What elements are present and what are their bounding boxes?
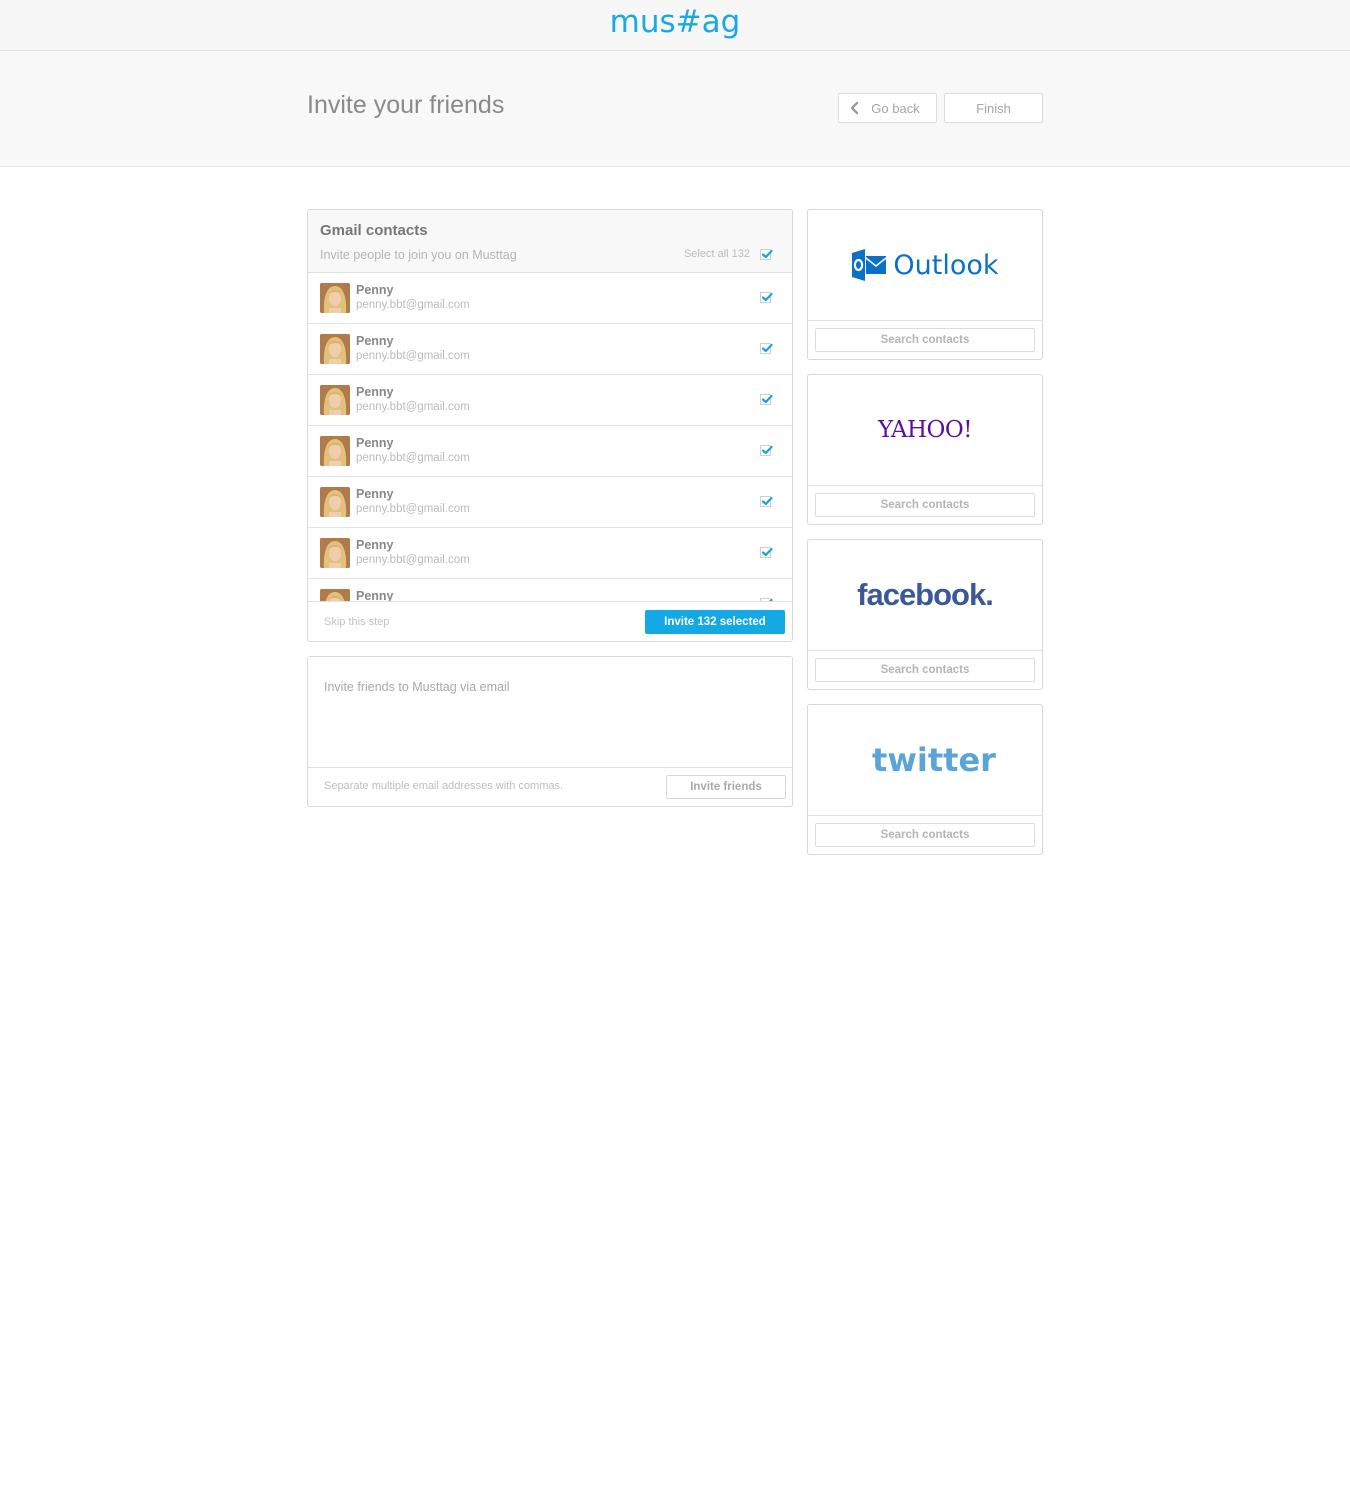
contact-email: penny.bbt@gmail.com	[356, 503, 470, 515]
contact-row[interactable]: Penny penny.bbt@gmail.com	[308, 426, 792, 477]
skip-step-link[interactable]: Skip this step	[324, 616, 389, 628]
contact-list[interactable]: Penny penny.bbt@gmail.com Penny penny.bbt@g…	[308, 273, 792, 601]
gmail-subtitle: Invite people to join you on Musttag	[320, 248, 517, 262]
email-invite-input[interactable]	[308, 657, 792, 768]
check-icon	[761, 292, 773, 302]
gmail-title: Gmail contacts	[320, 222, 428, 239]
contact-name: Penny	[356, 283, 394, 297]
provider-card-outlook: Outlook	[807, 209, 1043, 360]
outlook-icon	[852, 249, 887, 281]
avatar	[320, 538, 350, 568]
select-all-label: Select all 132	[683, 248, 750, 260]
contact-name: Penny	[356, 385, 394, 399]
chevron-left-icon	[849, 101, 860, 115]
invite-friends-button[interactable]: Invite friends	[666, 775, 786, 799]
contact-row[interactable]: Pennypenny.bbt@gmail.com	[308, 579, 792, 601]
outlook-logo[interactable]: Outlook	[808, 210, 1042, 321]
contact-email: penny.bbt@gmail.com	[356, 401, 470, 413]
facebook-search-input[interactable]	[815, 658, 1035, 682]
invite-selected-button[interactable]: Invite 132 selected	[645, 610, 785, 634]
twitter-search-input[interactable]	[815, 823, 1035, 847]
check-icon	[761, 445, 773, 455]
check-icon	[761, 496, 773, 506]
contact-name: Penny	[356, 589, 394, 601]
provider-card-yahoo: YAHOO!	[807, 374, 1043, 525]
twitter-logo[interactable]: twitter	[808, 705, 1042, 816]
contact-email: penny.bbt@gmail.com	[356, 554, 470, 566]
provider-card-twitter: twitter	[807, 704, 1043, 855]
contact-name: Penny	[356, 334, 394, 348]
contact-checkbox[interactable]	[760, 292, 773, 303]
contact-checkbox[interactable]	[760, 394, 773, 405]
check-icon	[761, 394, 773, 404]
contact-checkbox[interactable]	[760, 445, 773, 456]
go-back-label: Go back	[871, 100, 920, 116]
contact-checkbox[interactable]	[760, 496, 773, 507]
gmail-panel-header: Gmail contacts Invite people to join you…	[308, 210, 792, 273]
contact-row[interactable]: Penny penny.bbt@gmail.com	[308, 324, 792, 375]
check-icon	[761, 249, 773, 259]
select-all-checkbox[interactable]	[760, 249, 773, 260]
contact-row[interactable]: Penny penny.bbt@gmail.com	[308, 375, 792, 426]
contact-email: penny.bbt@gmail.com	[356, 299, 470, 311]
contact-checkbox[interactable]	[760, 547, 773, 558]
contact-row[interactable]: Penny penny.bbt@gmail.com	[308, 273, 792, 324]
avatar	[320, 385, 350, 415]
contact-row[interactable]: Penny penny.bbt@gmail.com	[308, 528, 792, 579]
top-bar: mus#ag	[0, 0, 1350, 51]
app-logo[interactable]: mus#ag	[0, 4, 1350, 40]
contact-row[interactable]: Penny penny.bbt@gmail.com	[308, 477, 792, 528]
finish-button[interactable]: Finish	[944, 93, 1043, 123]
check-icon	[761, 343, 773, 353]
gmail-panel-footer: Skip this step Invite 132 selected	[308, 601, 792, 641]
page-header: Invite your friends Go back Finish	[0, 51, 1350, 167]
provider-card-facebook: facebook.	[807, 539, 1043, 690]
email-invite-panel: Separate multiple email addresses with c…	[307, 656, 793, 807]
outlook-wordmark: Outlook	[893, 249, 999, 281]
go-back-button[interactable]: Go back	[838, 93, 937, 123]
facebook-logo[interactable]: facebook.	[808, 540, 1042, 651]
contact-name: Penny	[356, 538, 394, 552]
avatar	[320, 283, 350, 313]
contact-name: Penny	[356, 436, 394, 450]
check-icon	[761, 547, 773, 557]
avatar	[320, 334, 350, 364]
yahoo-search-input[interactable]	[815, 493, 1035, 517]
contact-email: penny.bbt@gmail.com	[356, 350, 470, 362]
outlook-search-input[interactable]	[815, 328, 1035, 352]
facebook-wordmark: facebook.	[857, 577, 994, 612]
page-title: Invite your friends	[307, 91, 505, 119]
avatar	[320, 436, 350, 466]
gmail-contacts-panel: Gmail contacts Invite people to join you…	[307, 209, 793, 642]
avatar	[320, 487, 350, 517]
yahoo-wordmark: YAHOO!	[877, 417, 973, 443]
contact-email: penny.bbt@gmail.com	[356, 452, 470, 464]
contact-name: Penny	[356, 487, 394, 501]
avatar	[320, 589, 350, 601]
yahoo-logo[interactable]: YAHOO!	[808, 375, 1042, 486]
twitter-wordmark: twitter	[872, 741, 996, 779]
contact-checkbox[interactable]	[760, 343, 773, 354]
email-invite-hint: Separate multiple email addresses with c…	[324, 780, 564, 792]
